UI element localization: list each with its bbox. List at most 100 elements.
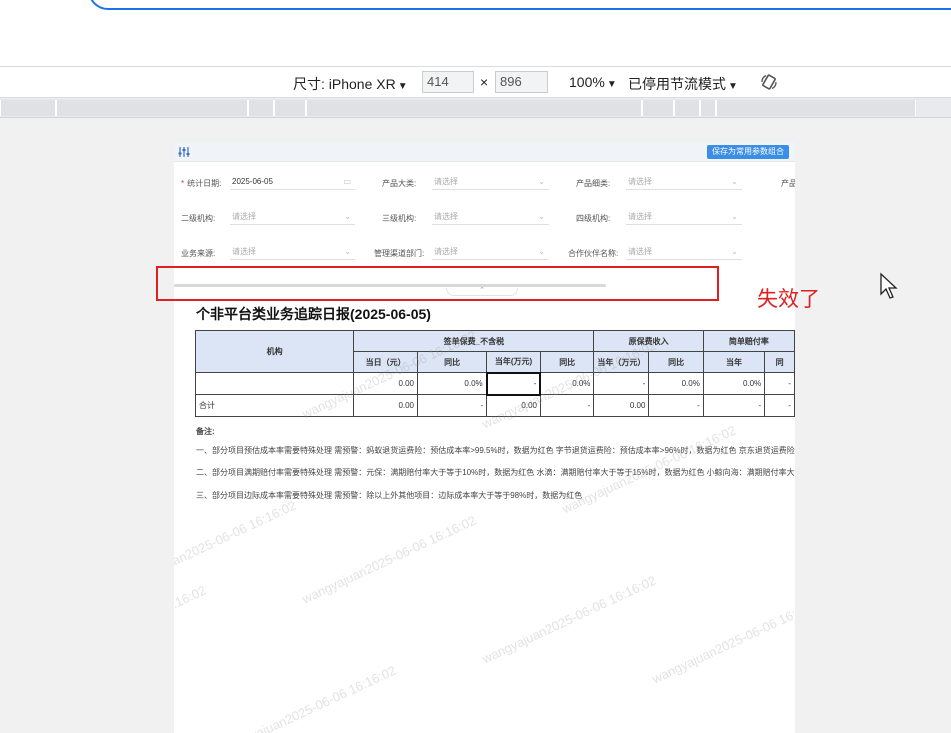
org-level4-select[interactable]: 请选择 ⌄: [626, 209, 742, 225]
table-cell[interactable]: 0.0%: [539, 372, 595, 395]
ruler-segment[interactable]: [674, 100, 700, 116]
col-header: 同比: [417, 351, 488, 373]
address-bar[interactable]: [88, 0, 951, 10]
date-input[interactable]: 2025-06-05 ▭: [230, 174, 355, 190]
partner-name-select[interactable]: 请选择 ⌄: [626, 244, 742, 260]
table-cell-selected[interactable]: -: [485, 371, 542, 396]
filter-label-org-level3: 三级机构:: [382, 214, 417, 223]
chevron-down-icon: ⌄: [538, 247, 545, 256]
rotate-icon[interactable]: [760, 73, 778, 91]
table-cell[interactable]: 合计: [194, 394, 355, 417]
col-header: 当年（万元）: [593, 351, 650, 373]
table-cell[interactable]: 0.00: [486, 394, 541, 417]
chevron-down-icon: ⌄: [731, 212, 738, 221]
note-line: 一、部分项目预估成本率需要特殊处理 需预警：蚂蚁退货运费险：预估成本率>99.5…: [196, 446, 795, 455]
ruler-segment[interactable]: [642, 100, 674, 116]
throttle-select[interactable]: 已停用节流模式 ▼: [628, 74, 738, 94]
select-placeholder: 请选择: [628, 212, 652, 221]
table-cell[interactable]: 0.00: [353, 394, 419, 417]
annotation-box: [156, 266, 719, 301]
table-cell[interactable]: -: [702, 394, 766, 417]
caret-down-icon: ▼: [728, 81, 738, 92]
watermark: wangyajuan2025-06-06 16:16:02: [174, 582, 209, 677]
mouse-cursor-icon: [880, 272, 898, 299]
select-placeholder: 请选择: [232, 247, 256, 256]
media-query-bar[interactable]: [0, 98, 951, 118]
ruler-segment[interactable]: [306, 100, 642, 116]
note-line: 三、部分项目边际成本率需要特殊处理 需预警：除以上外其他项目：边际成本率大于等于…: [196, 491, 583, 500]
filter-header: 保存为常用参数组合: [174, 142, 795, 162]
table-cell[interactable]: [194, 372, 355, 395]
group-header-original-premium: 原保费收入: [593, 330, 704, 352]
watermark: wangyajuan2025-06-06 16:16:02: [299, 512, 479, 607]
group-header-premium: 签单保费_不含税: [353, 330, 595, 352]
ruler-segment[interactable]: [700, 100, 716, 116]
table-cell[interactable]: 0.00: [593, 394, 650, 417]
org-level3-select[interactable]: 请选择 ⌄: [432, 209, 549, 225]
device-select-label: 尺寸: iPhone XR: [293, 76, 396, 92]
ruler-segment[interactable]: [274, 100, 306, 116]
ruler-segment[interactable]: [248, 100, 274, 116]
table-cell[interactable]: -: [539, 394, 595, 417]
save-params-button[interactable]: 保存为常用参数组合: [707, 145, 789, 159]
table-cell[interactable]: 0.0%: [702, 372, 766, 395]
product-category-select[interactable]: 请选择 ⌄: [432, 174, 549, 190]
col-header: 同比: [648, 351, 704, 373]
required-marker: *: [181, 179, 185, 188]
select-placeholder: 请选择: [434, 212, 458, 221]
filter-label-partner-name: 合作伙伴名称:: [568, 249, 619, 258]
table-row-total: 合计 0.00 - 0.00 - 0.00 - - -: [194, 394, 795, 417]
ruler-segment[interactable]: [716, 100, 916, 116]
group-header-loss-ratio: 简单赔付率: [702, 330, 795, 352]
filter-label-channel-dept: 管理渠道部门:: [374, 249, 425, 258]
col-header: 当年(万元): [486, 351, 541, 373]
report-title: 个非平台类业务追踪日报(2025-06-05): [196, 306, 431, 322]
col-header: 同比: [539, 351, 595, 373]
watermark: wangyajuan2025-06-06 16:16:02: [649, 592, 795, 687]
select-placeholder: 请选择: [434, 177, 458, 186]
table-cell[interactable]: -: [593, 372, 650, 395]
device-viewport: 保存为常用参数组合 * 统计日期: 2025-06-05 ▭ 产品大类: 请选择 ⌄ …: [174, 142, 795, 733]
note-line: 二、部分项目满期赔付率需要特殊处理 需预警：元保：满期赔付率大于等于10%时，数…: [196, 468, 795, 477]
table-cell[interactable]: 0.0%: [417, 372, 488, 395]
filter-label-date: * 统计日期:: [181, 178, 221, 189]
width-input[interactable]: 414: [422, 71, 474, 93]
filter-label-org-level2: 二级机构:: [181, 214, 216, 223]
height-input[interactable]: 896: [495, 71, 548, 93]
caret-down-icon: ▼: [606, 79, 617, 90]
table-cell[interactable]: -: [648, 394, 704, 417]
report-table: 机构 签单保费_不含税 原保费收入 简单赔付率 当日（元） 同比 当年(万元) …: [194, 330, 795, 417]
table-cell[interactable]: 0.0%: [648, 372, 704, 395]
select-placeholder: 请选择: [434, 247, 458, 256]
table-cell[interactable]: -: [764, 372, 795, 395]
watermark: wangyajuan2025-06-06 16:16:02: [479, 572, 659, 667]
device-select[interactable]: 尺寸: iPhone XR ▼: [293, 74, 408, 94]
product-subcategory-select[interactable]: 请选择 ⌄: [626, 174, 742, 190]
table-cell[interactable]: -: [417, 394, 488, 417]
browser-top-area: [0, 0, 951, 66]
col-header: 当日（元）: [353, 351, 419, 373]
watermark: wangyajuan2025-06-06 16:16:02: [174, 497, 299, 592]
filter-settings-icon[interactable]: [178, 146, 190, 158]
business-source-select[interactable]: 请选择 ⌄: [230, 244, 355, 260]
ruler-segment[interactable]: [0, 100, 56, 116]
filter-label-product: 产品: [781, 179, 795, 188]
table-cell[interactable]: -: [764, 394, 795, 417]
filter-label-text: 统计日期:: [187, 179, 222, 188]
select-placeholder: 请选择: [628, 247, 652, 256]
zoom-label: 100%: [569, 74, 605, 90]
caret-down-icon: ▼: [397, 81, 408, 92]
col-header-org: 机构: [194, 330, 355, 373]
channel-dept-select[interactable]: 请选择 ⌄: [432, 244, 549, 260]
throttle-label: 已停用节流模式: [628, 76, 726, 92]
date-value: 2025-06-05: [232, 177, 273, 186]
filter-label-org-level4: 四级机构:: [576, 214, 611, 223]
ruler-segment[interactable]: [56, 100, 248, 116]
filter-label-business-source: 业务来源:: [181, 249, 216, 258]
zoom-select[interactable]: 100% ▼: [569, 74, 617, 90]
org-level2-select[interactable]: 请选择 ⌄: [230, 209, 355, 225]
chevron-down-icon: ⌄: [731, 177, 738, 186]
table-cell[interactable]: 0.00: [353, 372, 419, 395]
calendar-icon: ▭: [343, 177, 351, 186]
times-symbol: ×: [480, 74, 489, 90]
